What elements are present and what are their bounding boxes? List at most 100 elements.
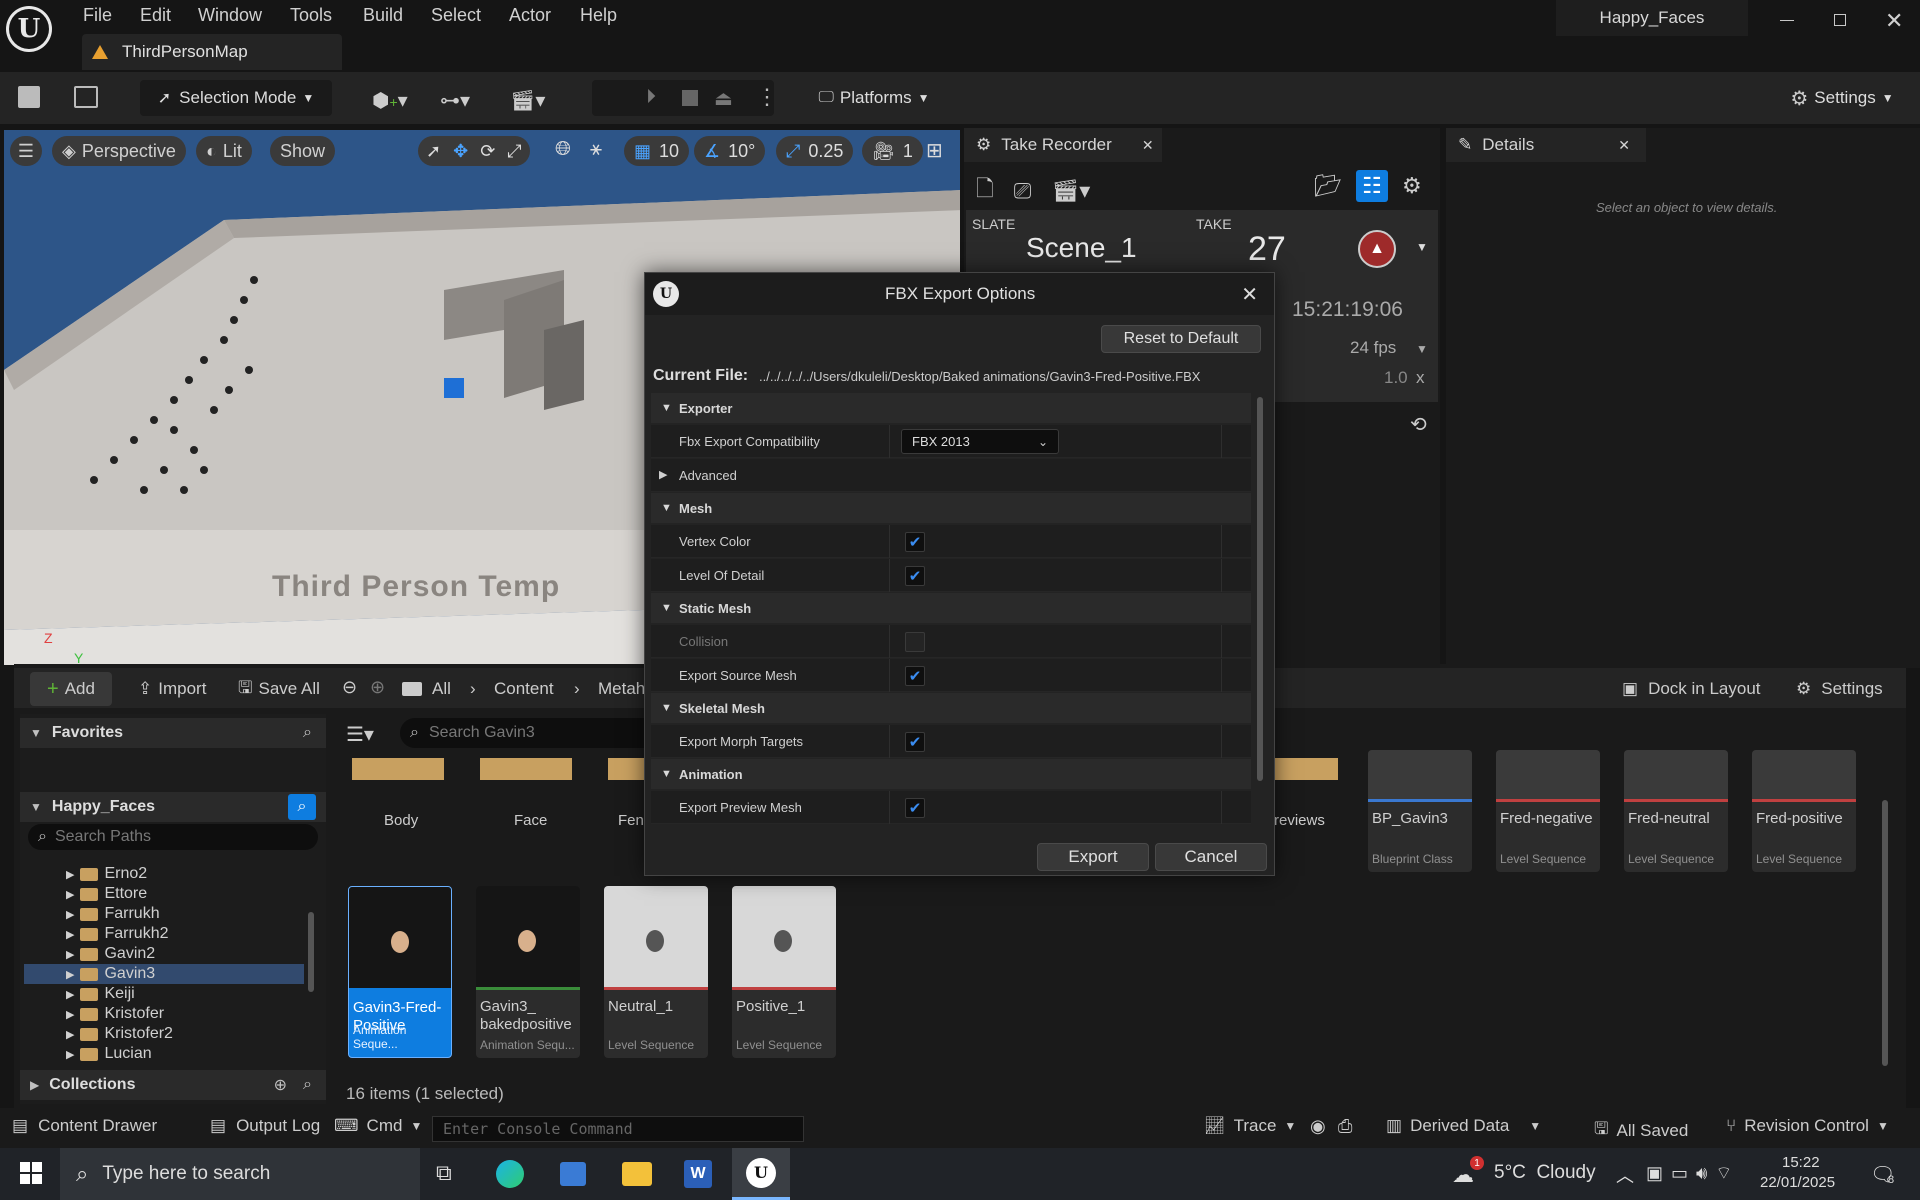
more-options-icon[interactable]: ⋮: [756, 84, 778, 110]
folder-gavin2[interactable]: ▶ Gavin2: [24, 944, 304, 964]
list-icon[interactable]: ☷: [1355, 170, 1388, 202]
slate-value[interactable]: Scene_1: [1026, 232, 1137, 264]
export-button[interactable]: Export: [1037, 843, 1149, 871]
taskbar-search[interactable]: ⌕ Type here to search: [60, 1148, 420, 1200]
store-icon[interactable]: [560, 1162, 586, 1186]
folder-kristofer[interactable]: ▶ Kristofer: [24, 1004, 304, 1024]
restore-icon[interactable]: [1834, 14, 1846, 26]
eject-icon[interactable]: ⏏︎: [714, 86, 733, 111]
world-local-icon[interactable]: 🌐︎: [555, 138, 571, 161]
windows-start-icon[interactable]: [20, 1162, 42, 1184]
section-mesh[interactable]: ▼ Mesh: [651, 493, 1251, 523]
asset-tile[interactable]: Fred-neutral Level Sequence: [1624, 750, 1728, 872]
row-advanced[interactable]: ▶ Advanced: [651, 459, 1251, 492]
edge-icon[interactable]: [496, 1160, 524, 1188]
tray-icons[interactable]: ▣▭🔊︎⌔: [1646, 1162, 1740, 1185]
export-morph-checkbox[interactable]: ✔: [905, 732, 925, 752]
select-tool-icon[interactable]: ➚: [426, 141, 441, 162]
vertex-color-checkbox[interactable]: ✔: [905, 532, 925, 552]
dock-in-layout-button[interactable]: ▣ Dock in Layout: [1622, 672, 1761, 706]
unreal-taskbar-button[interactable]: U: [732, 1148, 790, 1200]
folder-tile-reviews[interactable]: [1274, 758, 1338, 780]
grid-snap-button[interactable]: ▦ 10: [624, 136, 690, 166]
asset-search-input[interactable]: ⌕ Search Gavin3: [400, 718, 660, 748]
clapper-icon[interactable]: 🎬︎▾: [1051, 178, 1090, 204]
new-take-icon[interactable]: 🗋︎: [976, 172, 994, 210]
speed-value[interactable]: 1.0: [1384, 368, 1408, 388]
console-input[interactable]: Enter Console Command: [432, 1116, 804, 1142]
export-preview-checkbox[interactable]: ✔: [905, 798, 925, 818]
rotate-tool-icon[interactable]: ⟳: [480, 141, 495, 162]
platforms-button[interactable]: 🖵︎ Platforms ▼: [808, 80, 940, 116]
close-tab-icon[interactable]: ✕: [1142, 137, 1154, 154]
tab-map[interactable]: ThirdPersonMap: [82, 34, 342, 70]
folder-tile-fen[interactable]: [608, 758, 644, 780]
search-icon[interactable]: ⌕: [288, 794, 316, 820]
asset-tile[interactable]: BP_Gavin3 Blueprint Class: [1368, 750, 1472, 872]
favorites-header[interactable]: ▼ Favorites ⌕: [20, 718, 326, 748]
add-actor-icon[interactable]: ⬢+▾: [372, 88, 408, 113]
output-log-button[interactable]: ▤ Output Log: [210, 1116, 320, 1136]
menu-select[interactable]: Select: [431, 5, 481, 26]
export-source-mesh-checkbox[interactable]: ✔: [905, 666, 925, 686]
collections-header[interactable]: ▶ Collections ⊕ ⌕: [20, 1070, 326, 1100]
fbx-compat-dropdown[interactable]: FBX 2013 ⌄: [901, 429, 1059, 454]
search-icon[interactable]: ⌕: [303, 724, 312, 742]
content-drawer-button[interactable]: ▤ Content Drawer: [12, 1116, 157, 1136]
add-collection-icon[interactable]: ⊕: [274, 1075, 287, 1095]
close-tab-icon[interactable]: ✕: [1618, 137, 1630, 154]
take-settings-icon[interactable]: ⚙: [1402, 173, 1422, 199]
derived-data-button[interactable]: ▥ Derived Data ▼: [1386, 1116, 1541, 1136]
scale-tool-icon[interactable]: ⤢: [507, 141, 521, 162]
file-explorer-icon[interactable]: [622, 1162, 652, 1186]
menu-help[interactable]: Help: [580, 5, 617, 26]
forward-icon[interactable]: ⊕: [370, 677, 385, 698]
screenshot-icon[interactable]: ⎙: [1338, 1116, 1352, 1137]
asset-scrollbar[interactable]: [1882, 800, 1888, 1066]
crumb-metah[interactable]: Metah: [598, 672, 645, 706]
collision-checkbox[interactable]: [905, 632, 925, 652]
reset-to-default-button[interactable]: Reset to Default: [1101, 325, 1261, 353]
folder-ettore[interactable]: ▶ Ettore: [24, 884, 304, 904]
crumb-content[interactable]: Content: [494, 672, 554, 706]
close-window-icon[interactable]: ✕: [1885, 8, 1903, 34]
scale-snap-button[interactable]: ⤢ 0.25: [776, 136, 854, 166]
cinematics-icon[interactable]: 🎬︎▾: [510, 88, 545, 113]
menu-build[interactable]: Build: [363, 5, 403, 26]
filter-icon[interactable]: ☰▾: [346, 722, 374, 747]
warning-icon[interactable]: ▲: [1358, 230, 1396, 268]
angle-snap-button[interactable]: ∡ 10°: [694, 136, 766, 166]
move-tool-icon[interactable]: ✥: [453, 141, 468, 162]
asset-tile[interactable]: Positive_1 Level Sequence: [732, 886, 836, 1058]
blueprint-icon[interactable]: ⊶▾: [440, 88, 470, 113]
cmd-dropdown[interactable]: ⌨ Cmd ▼: [334, 1116, 422, 1136]
back-icon[interactable]: ⊖: [342, 677, 357, 698]
take-value[interactable]: 27: [1248, 230, 1286, 269]
tab-details[interactable]: ✎ Details ✕: [1446, 128, 1646, 162]
selection-mode-button[interactable]: ➚ Selection Mode ▼: [140, 80, 332, 116]
folder-farrukh[interactable]: ▶ Farrukh: [24, 904, 304, 924]
fps-dropdown[interactable]: 24 fps: [1350, 338, 1396, 358]
menu-actor[interactable]: Actor: [509, 5, 551, 26]
unreal-logo-icon[interactable]: U: [6, 6, 52, 52]
trace-button[interactable]: 📈︎ Trace ▼: [1204, 1116, 1296, 1136]
save-all-button[interactable]: 🖫︎ Save All: [238, 672, 320, 706]
section-exporter[interactable]: ▼ Exporter: [651, 393, 1251, 423]
folder-gavin3[interactable]: ▶ Gavin3: [24, 964, 304, 984]
viewport-menu-button[interactable]: ☰: [10, 136, 42, 166]
asset-tile[interactable]: Gavin3-Fred-Positive Animation Seque...: [348, 886, 452, 1058]
show-button[interactable]: Show: [270, 136, 336, 166]
section-static-mesh[interactable]: ▼ Static Mesh: [651, 593, 1251, 623]
folder-open-icon[interactable]: 📂︎: [1314, 173, 1342, 199]
lit-button[interactable]: ◐ Lit: [196, 136, 252, 166]
folder-kristofer2[interactable]: ▶ Kristofer2: [24, 1024, 304, 1044]
perspective-button[interactable]: ◈ Perspective: [52, 136, 186, 166]
close-dialog-icon[interactable]: ✕: [1241, 282, 1258, 307]
cancel-button[interactable]: Cancel: [1155, 843, 1267, 871]
task-view-icon[interactable]: ⧉: [436, 1160, 452, 1186]
lod-checkbox[interactable]: ✔: [905, 566, 925, 586]
search-paths-input[interactable]: ⌕ Search Paths: [28, 824, 318, 850]
folder-tile-face[interactable]: [480, 758, 572, 780]
review-icon[interactable]: ⎚: [1014, 178, 1032, 204]
clock-date[interactable]: 22/01/2025: [1760, 1174, 1835, 1191]
